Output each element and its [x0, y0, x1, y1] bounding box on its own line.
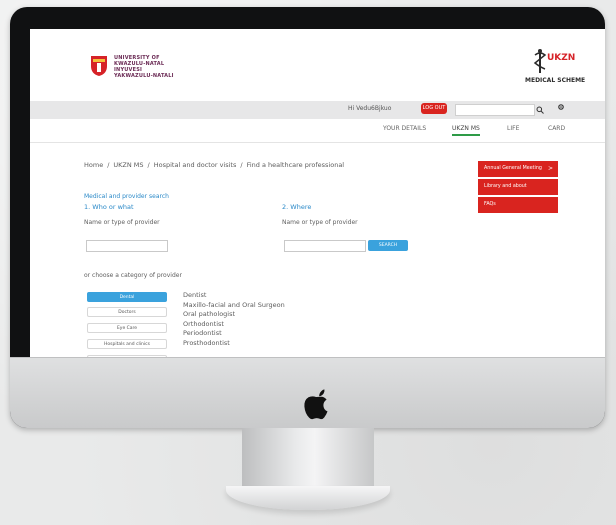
ukzn-logo[interactable]: UNIVERSITY OF KWAZULU-NATAL INYUVESI YAK…	[90, 51, 200, 87]
caduceus-icon	[533, 49, 547, 73]
nav-ukzn-ms[interactable]: UKZN MS	[452, 125, 480, 136]
category-doctors-button[interactable]: Doctors	[87, 307, 167, 317]
apple-logo-icon	[304, 389, 328, 420]
gear-icon[interactable]	[555, 103, 567, 115]
search-section-title: Medical and provider search	[84, 193, 169, 200]
sidebar-item-faqs[interactable]: FAQs	[478, 197, 558, 213]
sidebar-item-label: Library and about	[484, 184, 527, 189]
medical-scheme-logo[interactable]: UKZN MEDICAL SCHEME	[525, 49, 595, 95]
category-hospitals-button[interactable]: Hospitals and clinics	[87, 339, 167, 349]
site-search-input[interactable]	[455, 104, 535, 116]
chevron-right-icon: >	[547, 165, 553, 172]
sidebar-item-label: Annual General Meeting	[484, 166, 542, 171]
where-label: Name or type of provider	[282, 219, 358, 226]
breadcrumb-separator: /	[147, 161, 150, 169]
breadcrumb-home[interactable]: Home	[84, 161, 103, 169]
breadcrumb-current: Find a healthcare professional	[246, 161, 345, 169]
breadcrumb: Home / UKZN MS / Hospital and doctor visits /…	[84, 161, 344, 169]
who-label: Name or type of provider	[84, 219, 160, 226]
monitor-stand-neck	[242, 428, 374, 490]
nav-your-details[interactable]: YOUR DETAILS	[383, 125, 426, 132]
where-input[interactable]	[284, 240, 366, 252]
category-dental-button[interactable]: Dental	[87, 292, 167, 302]
ms-logo-title: MEDICAL SCHEME	[525, 77, 586, 84]
list-item[interactable]: Orthodontist	[183, 320, 285, 330]
imac-monitor: UNIVERSITY OF KWAZULU-NATAL INYUVESI YAK…	[10, 7, 605, 428]
who-input[interactable]	[86, 240, 168, 252]
logout-button[interactable]: LOG OUT	[421, 103, 447, 114]
category-prompt: or choose a category of provider	[84, 272, 182, 279]
list-item[interactable]: Oral pathologist	[183, 310, 285, 320]
search-button[interactable]: SEARCH	[368, 240, 408, 251]
sidebar-item-label: FAQs	[484, 202, 496, 207]
sidebar-item-library[interactable]: Library and about	[478, 179, 558, 195]
main-nav: YOUR DETAILS UKZN MS LIFE CARD	[30, 121, 605, 139]
list-item[interactable]: Periodontist	[183, 329, 285, 339]
top-bar: Hi Vedu6Bjkuo LOG OUT	[30, 101, 605, 119]
ms-logo-word: UKZN	[547, 53, 576, 63]
breadcrumb-hospital-visits[interactable]: Hospital and doctor visits	[154, 161, 237, 169]
breadcrumb-separator: /	[240, 161, 243, 169]
breadcrumb-ukzn-ms[interactable]: UKZN MS	[113, 161, 143, 169]
user-greeting: Hi Vedu6Bjkuo	[348, 105, 392, 112]
sidebar-menu: Annual General Meeting > Library and abo…	[478, 161, 558, 215]
nav-divider	[30, 142, 605, 143]
category-eye-care-button[interactable]: Eye Care	[87, 323, 167, 333]
provider-type-list: Dentist Maxillo-facial and Oral Surgeon …	[183, 291, 285, 348]
nav-card[interactable]: CARD	[548, 125, 565, 132]
who-title: 1. Who or what	[84, 203, 134, 211]
ukzn-logo-text: UNIVERSITY OF KWAZULU-NATAL INYUVESI YAK…	[114, 55, 174, 79]
magnifier-icon[interactable]	[534, 104, 546, 115]
list-item[interactable]: Maxillo-facial and Oral Surgeon	[183, 301, 285, 311]
nav-life[interactable]: LIFE	[507, 125, 519, 132]
sidebar-item-agm[interactable]: Annual General Meeting >	[478, 161, 558, 177]
breadcrumb-separator: /	[107, 161, 110, 169]
where-title: 2. Where	[282, 203, 312, 211]
screen: UNIVERSITY OF KWAZULU-NATAL INYUVESI YAK…	[30, 29, 605, 385]
ukzn-shield-icon	[91, 56, 107, 76]
list-item[interactable]: Prosthodontist	[183, 339, 285, 349]
list-item[interactable]: Dentist	[183, 291, 285, 301]
ukzn-line: YAKWAZULU-NATALI	[114, 73, 174, 79]
